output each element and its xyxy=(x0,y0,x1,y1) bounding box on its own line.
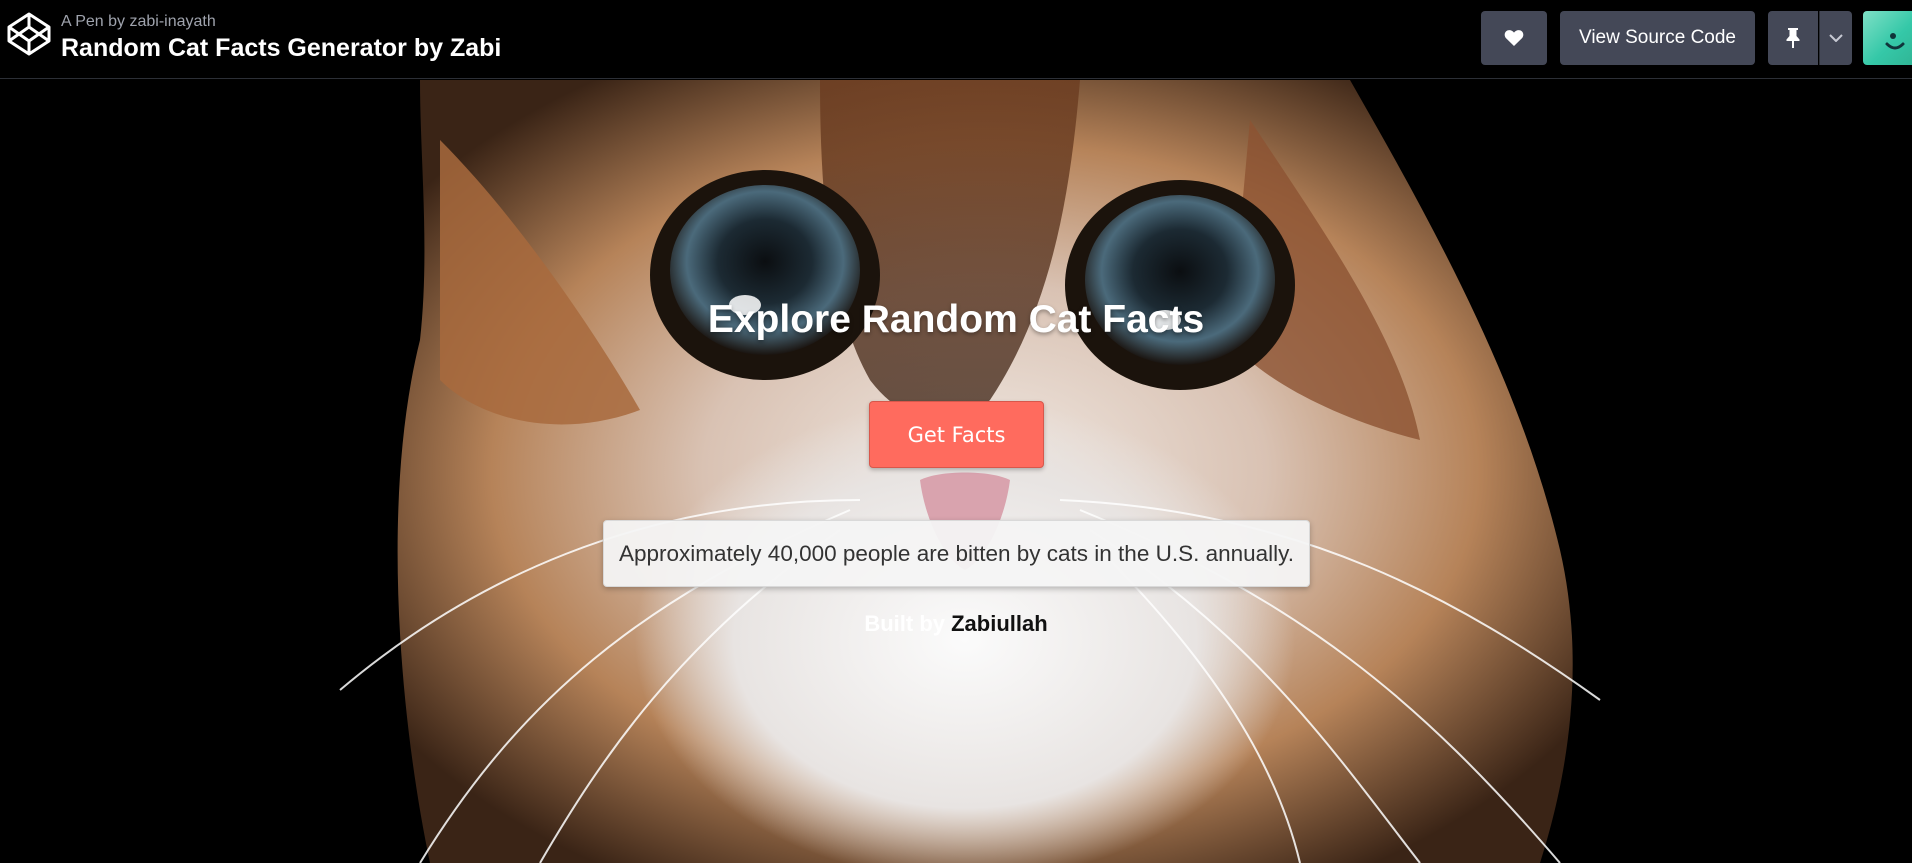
author-credit-link[interactable]: Zabiullah xyxy=(951,611,1048,636)
heart-icon xyxy=(1504,30,1524,46)
user-avatar[interactable] xyxy=(1863,11,1912,65)
view-source-button[interactable]: View Source Code xyxy=(1560,11,1755,65)
pen-by-prefix: A Pen by xyxy=(61,13,130,30)
chevron-down-icon xyxy=(1828,34,1843,42)
pin-button[interactable] xyxy=(1768,11,1818,65)
page-headline: Explore Random Cat Facts xyxy=(707,298,1205,341)
hero-section: Explore Random Cat Facts Get Facts Appro… xyxy=(0,80,1912,863)
fact-display: Approximately 40,000 people are bitten b… xyxy=(603,520,1310,587)
get-facts-button[interactable]: Get Facts xyxy=(869,401,1044,468)
cat-photo-background xyxy=(0,80,1912,863)
avatar-face-icon xyxy=(1885,33,1905,50)
codepen-logo-icon[interactable] xyxy=(6,11,52,57)
built-by-credit: Built by Zabiullah xyxy=(0,611,1912,637)
codepen-header: A Pen by zabi-inayath Random Cat Facts G… xyxy=(0,0,1912,79)
author-link[interactable]: zabi-inayath xyxy=(130,13,216,30)
pin-menu-button[interactable] xyxy=(1819,11,1852,65)
pen-title: Random Cat Facts Generator by Zabi xyxy=(61,34,502,62)
like-button[interactable] xyxy=(1481,11,1547,65)
pen-author-line: A Pen by zabi-inayath xyxy=(61,13,216,31)
pin-icon xyxy=(1786,28,1800,48)
built-by-prefix: Built by xyxy=(864,611,952,636)
